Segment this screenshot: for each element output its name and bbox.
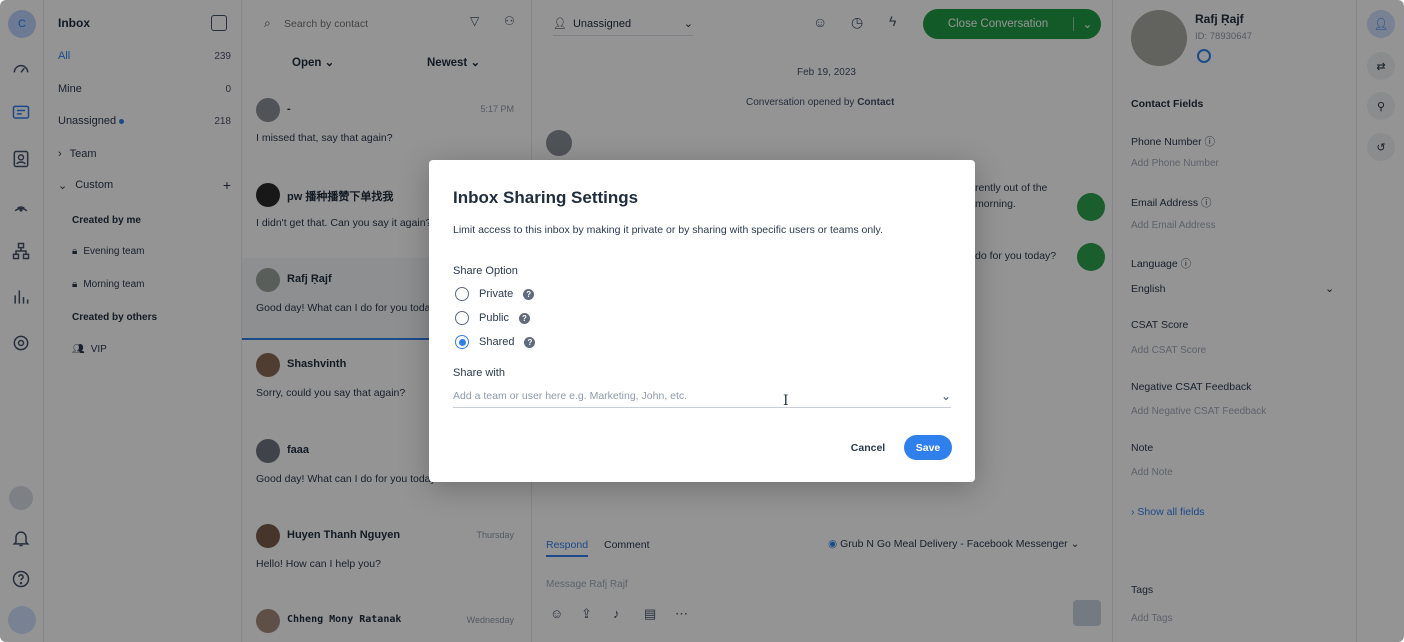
radio-public[interactable]: Public ?: [455, 310, 530, 326]
modal-description: Limit access to this inbox by making it …: [453, 224, 883, 236]
share-with-label: Share with: [453, 367, 505, 379]
share-with-select[interactable]: Add a team or user here e.g. Marketing, …: [453, 384, 951, 408]
radio-label: Shared: [479, 336, 515, 348]
share-option-label: Share Option: [453, 265, 518, 277]
radio-label: Public: [479, 312, 509, 324]
cancel-button[interactable]: Cancel: [843, 438, 893, 458]
inbox-sharing-modal: Inbox Sharing Settings Limit access to t…: [429, 160, 975, 482]
help-icon[interactable]: ?: [524, 336, 536, 348]
help-icon[interactable]: ?: [523, 288, 535, 300]
save-button[interactable]: Save: [904, 435, 952, 460]
help-icon[interactable]: ?: [518, 312, 530, 324]
radio-label: Private: [479, 288, 514, 300]
chevron-down-icon: ⌄: [940, 388, 951, 403]
modal-title: Inbox Sharing Settings: [453, 188, 639, 207]
radio-button-selected[interactable]: [455, 335, 469, 349]
radio-button[interactable]: [455, 287, 469, 301]
radio-button[interactable]: [455, 311, 469, 325]
radio-shared[interactable]: Shared ?: [455, 334, 536, 350]
share-with-placeholder: Add a team or user here e.g. Marketing, …: [453, 389, 688, 402]
text-cursor-icon: I: [783, 393, 789, 409]
app-window: C Inbox All 239 Mine 0 Unassigned 218 › Tea…: [0, 0, 1404, 642]
radio-private[interactable]: Private ?: [455, 286, 535, 302]
